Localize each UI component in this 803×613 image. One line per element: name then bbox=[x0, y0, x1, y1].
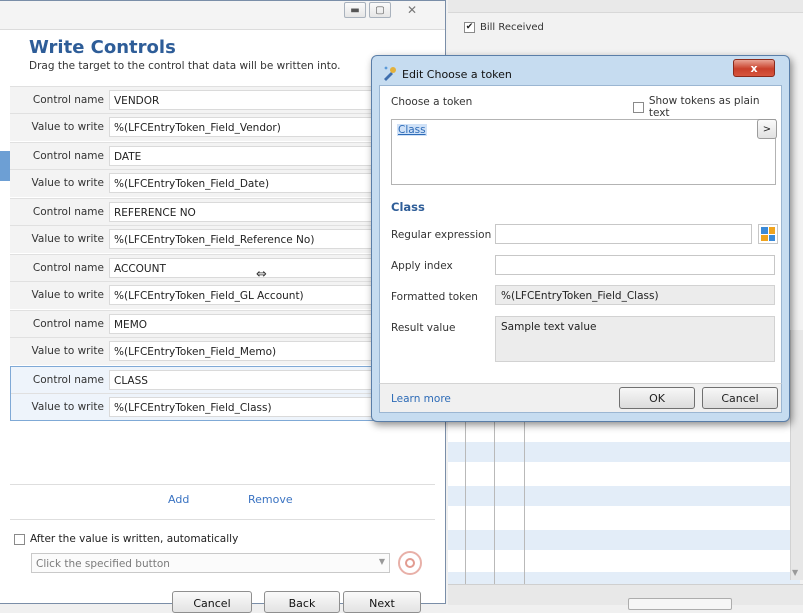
token-editor[interactable]: Class bbox=[391, 119, 776, 185]
dialog-body: Choose a token Show tokens as plain text… bbox=[379, 85, 782, 385]
token-link[interactable]: Class bbox=[397, 124, 427, 136]
ok-button[interactable]: OK bbox=[619, 387, 695, 409]
apply-index-input[interactable] bbox=[495, 255, 775, 275]
grid-row[interactable] bbox=[448, 442, 800, 462]
plain-text-checkbox[interactable] bbox=[633, 101, 644, 113]
next-button[interactable]: Next bbox=[343, 591, 421, 613]
page-title: Write Controls bbox=[29, 37, 176, 58]
edit-token-dialog: Edit Choose a token x Choose a token Sho… bbox=[371, 55, 790, 422]
result-value-field: Sample text value bbox=[495, 316, 775, 362]
action-dropdown-value: Click the specified button bbox=[36, 558, 170, 570]
value-to-write-label: Value to write bbox=[31, 289, 104, 301]
bill-received-label: Bill Received bbox=[480, 22, 544, 33]
background-scrollbar[interactable] bbox=[790, 330, 803, 580]
background-button[interactable] bbox=[628, 598, 732, 610]
close-icon: ✕ bbox=[406, 3, 418, 17]
dialog-cancel-button[interactable]: Cancel bbox=[702, 387, 778, 409]
value-to-write-label: Value to write bbox=[31, 177, 104, 189]
control-name-label: Control name bbox=[32, 318, 104, 330]
control-name-label: Control name bbox=[32, 262, 104, 274]
dialog-title: Edit Choose a token bbox=[402, 68, 512, 81]
scroll-down-icon[interactable]: ▼ bbox=[792, 568, 798, 577]
close-button[interactable]: ✕ bbox=[398, 2, 426, 18]
grid-column-divider bbox=[465, 418, 466, 584]
options-divider bbox=[10, 519, 435, 520]
apply-index-label: Apply index bbox=[391, 260, 453, 272]
learn-more-link[interactable]: Learn more bbox=[391, 393, 451, 405]
back-button[interactable]: Back bbox=[264, 591, 340, 613]
drag-target-icon[interactable] bbox=[398, 551, 422, 575]
plain-text-label: Show tokens as plain text bbox=[648, 95, 760, 119]
regex-input[interactable] bbox=[495, 224, 752, 244]
dialog-footer: Learn more OK Cancel bbox=[379, 383, 782, 413]
edit-token-icon bbox=[384, 66, 396, 81]
grid-row[interactable] bbox=[448, 530, 800, 550]
control-name-label: Control name bbox=[32, 206, 104, 218]
after-written-option[interactable]: After the value is written, automaticall… bbox=[14, 533, 238, 545]
minimize-icon: ▬ bbox=[350, 4, 360, 16]
formatted-token-field: %(LFCEntryToken_Field_Class) bbox=[495, 285, 775, 305]
value-to-write-label: Value to write bbox=[31, 345, 104, 357]
choose-token-label: Choose a token bbox=[391, 96, 473, 108]
add-link[interactable]: Add bbox=[168, 493, 189, 506]
insert-token-button[interactable]: > bbox=[757, 119, 777, 139]
chevron-down-icon: ▼ bbox=[378, 557, 385, 566]
chevron-right-icon: > bbox=[762, 123, 772, 135]
result-value-label: Result value bbox=[391, 322, 456, 334]
plain-text-option[interactable]: Show tokens as plain text bbox=[633, 95, 781, 119]
dialog-close-button[interactable]: x bbox=[733, 59, 775, 77]
maximize-button[interactable]: ▢ bbox=[369, 2, 391, 18]
regex-builder-icon bbox=[761, 227, 768, 234]
token-section-title: Class bbox=[391, 200, 425, 214]
regex-label: Regular expression bbox=[391, 229, 492, 241]
maximize-icon: ▢ bbox=[375, 4, 385, 16]
close-icon: x bbox=[750, 61, 758, 75]
background-statusbar bbox=[448, 584, 803, 605]
sidebar-selection-indicator bbox=[0, 151, 10, 181]
value-to-write-label: Value to write bbox=[31, 233, 104, 245]
grid-row[interactable] bbox=[448, 572, 800, 584]
remove-link[interactable]: Remove bbox=[248, 493, 293, 506]
wizard-titlebar: ▬ ▢ ✕ bbox=[0, 1, 445, 30]
formatted-token-label: Formatted token bbox=[391, 291, 478, 303]
resize-cursor-icon: ⇔ bbox=[256, 267, 267, 282]
background-toolbar bbox=[448, 0, 803, 13]
control-name-label: Control name bbox=[32, 94, 104, 106]
regex-builder-button[interactable] bbox=[758, 224, 778, 244]
cancel-button[interactable]: Cancel bbox=[172, 591, 252, 613]
after-written-label: After the value is written, automaticall… bbox=[30, 533, 239, 545]
dialog-titlebar[interactable]: Edit Choose a token x bbox=[378, 59, 783, 85]
minimize-button[interactable]: ▬ bbox=[344, 2, 366, 18]
value-to-write-label: Value to write bbox=[31, 121, 104, 133]
bill-received-check-icon[interactable]: ✔ bbox=[464, 22, 475, 33]
list-divider bbox=[10, 484, 435, 485]
control-name-label: Control name bbox=[32, 150, 104, 162]
after-written-checkbox[interactable] bbox=[14, 533, 25, 545]
grid-column-divider bbox=[524, 418, 525, 584]
grid-column-divider bbox=[494, 418, 495, 584]
background-grid bbox=[448, 418, 800, 584]
action-dropdown[interactable]: Click the specified button ▼ bbox=[31, 553, 390, 573]
grid-row[interactable] bbox=[448, 486, 800, 506]
bill-received-checkbox[interactable]: ✔ Bill Received bbox=[464, 22, 544, 33]
page-subtitle: Drag the target to the control that data… bbox=[29, 60, 341, 72]
